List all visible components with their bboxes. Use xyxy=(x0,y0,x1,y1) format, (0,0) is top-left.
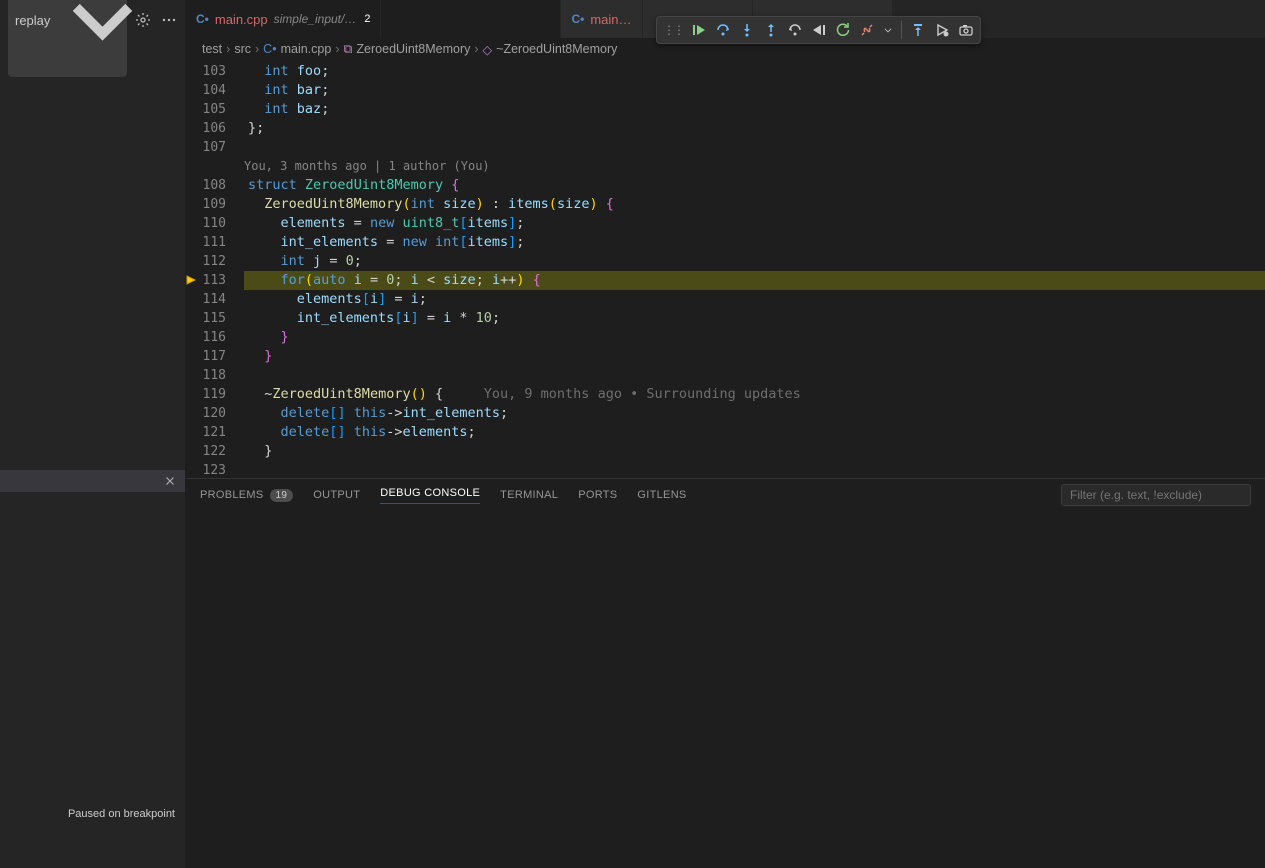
panel-tab-ports[interactable]: PORTS xyxy=(578,489,617,501)
camera-icon[interactable] xyxy=(958,22,974,38)
execution-pointer-icon xyxy=(186,273,198,287)
tab-bar: C• main.cpp simple_input/… 2 C• main… ⋮⋮ xyxy=(186,0,1265,38)
code-line[interactable]: delete[] this->int_elements; xyxy=(244,404,1265,423)
run-to-cursor-icon[interactable] xyxy=(910,22,926,38)
tab-main-cpp-2[interactable]: C• main… xyxy=(561,0,642,38)
codelens[interactable]: You, 3 months ago | 1 author (You) xyxy=(244,157,1265,176)
code-line[interactable] xyxy=(244,461,1265,478)
code-line[interactable]: int_elements[i] = i * 10; xyxy=(244,309,1265,328)
debug-toolbar: ⋮⋮ xyxy=(656,16,981,44)
debug-console-body[interactable] xyxy=(186,511,1265,868)
step-over-icon[interactable] xyxy=(715,22,731,38)
disconnect-icon[interactable] xyxy=(859,22,875,38)
line-gutter: 1031041051061071081091101111121131141151… xyxy=(186,60,244,478)
code-line[interactable]: struct ZeroedUint8Memory { xyxy=(244,176,1265,195)
code-line[interactable]: } xyxy=(244,347,1265,366)
code-editor[interactable]: 1031041051061071081091101111121131141151… xyxy=(186,60,1265,478)
step-out-icon[interactable] xyxy=(763,22,779,38)
code-line[interactable]: elements = new uint8_t[items]; xyxy=(244,214,1265,233)
sidebar-item-close[interactable] xyxy=(0,470,185,492)
paused-status: Paused on breakpoint xyxy=(68,808,175,820)
code-line[interactable]: ZeroedUint8Memory(int size) : items(size… xyxy=(244,195,1265,214)
panel-tabs: PROBLEMS19 OUTPUT DEBUG CONSOLE TERMINAL POR… xyxy=(186,479,1265,511)
panel-tab-terminal[interactable]: TERMINAL xyxy=(500,489,558,501)
tab-blank[interactable] xyxy=(381,0,561,38)
bottom-panel: PROBLEMS19 OUTPUT DEBUG CONSOLE TERMINAL POR… xyxy=(186,478,1265,868)
tab-main-cpp-1[interactable]: C• main.cpp simple_input/… 2 xyxy=(186,0,381,38)
cpp-icon: C• xyxy=(571,12,584,26)
code-line[interactable]: int bar; xyxy=(244,81,1265,100)
code-line[interactable]: int foo; xyxy=(244,62,1265,81)
panel-filter-input[interactable] xyxy=(1061,484,1251,506)
sidebar: replay Paused on breakpoint xyxy=(0,0,186,868)
method-icon: ◇ xyxy=(483,42,493,57)
code-line[interactable]: }; xyxy=(244,119,1265,138)
code-line[interactable] xyxy=(244,138,1265,157)
code-line[interactable]: int j = 0; xyxy=(244,252,1265,271)
run-test-icon[interactable] xyxy=(934,22,950,38)
code-line[interactable]: delete[] this->elements; xyxy=(244,423,1265,442)
git-blame-hint: You, 9 months ago • Surrounding updates xyxy=(443,386,801,402)
code-line[interactable]: int baz; xyxy=(244,100,1265,119)
code-area[interactable]: int foo; int bar; int baz;}; You, 3 month… xyxy=(244,60,1265,478)
code-line[interactable] xyxy=(244,366,1265,385)
panel-tab-gitlens[interactable]: GITLENS xyxy=(637,489,686,501)
reverse-step-icon[interactable] xyxy=(787,22,803,38)
code-line[interactable]: ~ZeroedUint8Memory() { You, 9 months ago… xyxy=(244,385,1265,404)
code-line[interactable]: } xyxy=(244,328,1265,347)
drag-handle-icon[interactable]: ⋮⋮ xyxy=(663,23,683,37)
gear-icon[interactable] xyxy=(135,12,151,28)
code-line[interactable]: elements[i] = i; xyxy=(244,290,1265,309)
chevron-down-icon[interactable] xyxy=(883,22,893,38)
code-line[interactable]: } xyxy=(244,442,1265,461)
struct-icon: ⧉ xyxy=(343,42,352,57)
code-line[interactable]: int_elements = new int[items]; xyxy=(244,233,1265,252)
restart-icon[interactable] xyxy=(835,22,851,38)
close-icon xyxy=(163,474,177,488)
cpp-icon: C• xyxy=(196,12,209,26)
more-icon[interactable] xyxy=(161,12,177,28)
panel-tab-problems[interactable]: PROBLEMS19 xyxy=(200,489,293,502)
main-area: C• main.cpp simple_input/… 2 C• main… ⋮⋮ xyxy=(186,0,1265,868)
step-into-icon[interactable] xyxy=(739,22,755,38)
continue-icon[interactable] xyxy=(691,22,707,38)
reverse-continue-icon[interactable] xyxy=(811,22,827,38)
panel-tab-output[interactable]: OUTPUT xyxy=(313,489,360,501)
code-line[interactable]: for(auto i = 0; i < size; i++) { xyxy=(244,271,1265,290)
panel-tab-debug-console[interactable]: DEBUG CONSOLE xyxy=(380,487,480,504)
